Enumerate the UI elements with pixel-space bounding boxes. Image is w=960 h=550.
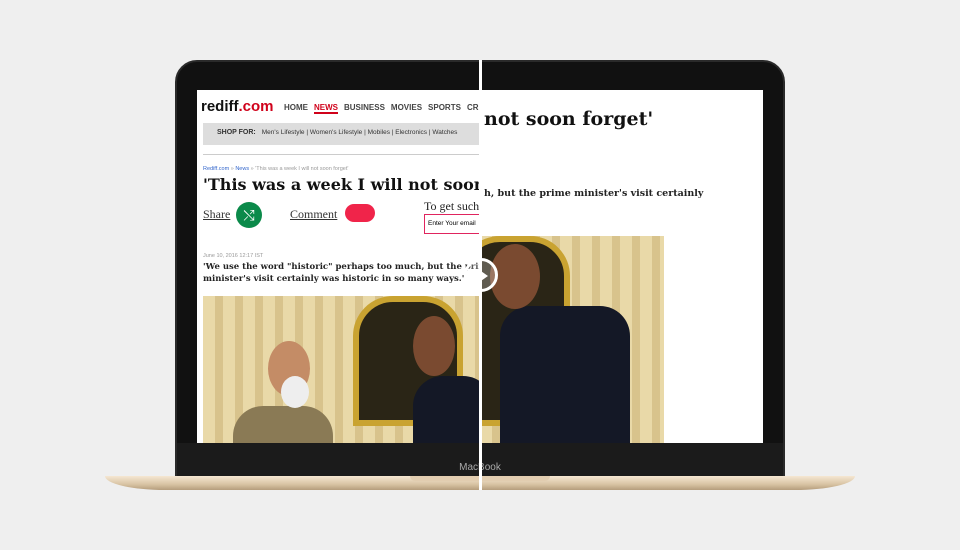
shop-links[interactable]: Men's Lifestyle | Women's Lifestyle | Mo… [262,129,458,136]
nav-sports[interactable]: SPORTS [428,103,461,112]
shop-bar: SHOP FOR: Men's Lifestyle | Women's Lifes… [203,123,480,145]
reader-headline: not soon forget' [484,108,654,130]
reader-photo [480,236,664,443]
main-nav: HOME NEWS BUSINESS MOVIES SPORTS CRI [284,103,480,114]
divider [203,154,480,155]
nav-home[interactable]: HOME [284,103,308,112]
article-date: June 10, 2016 12:17 IST [203,253,264,259]
newsletter-prompt: To get such a [424,199,480,213]
email-input[interactable]: Enter Your email [424,214,480,234]
after-view: not soon forget' h, but the prime minist… [480,90,763,443]
breadcrumb: Rediff.com » News » 'This was a week I w… [203,166,349,172]
crumb-news[interactable]: News [235,166,249,172]
crumb-home[interactable]: Rediff.com [203,166,229,172]
comment-link[interactable]: Comment [290,207,337,222]
article-photo [203,296,480,443]
comment-bubble-icon[interactable] [345,204,375,222]
reader-subhead: h, but the prime minister's visit certai… [484,188,704,199]
article-headline: 'This was a week I will not soon for [203,175,480,194]
before-view: rediff.com HOME NEWS BUSINESS MOVIES SPORTS C… [197,90,480,443]
nav-business[interactable]: BUSINESS [344,103,385,112]
article-lede: 'We use the word "historic" perhaps too … [203,262,480,284]
share-icon[interactable]: ⤭ [236,202,262,228]
share-link[interactable]: Share [203,207,230,222]
nav-news[interactable]: NEWS [314,103,338,114]
rediff-logo[interactable]: rediff.com [201,98,274,115]
nav-movies[interactable]: MOVIES [391,103,422,112]
play-arrow-icon [478,269,488,283]
comparison-slider-handle[interactable] [464,258,498,292]
